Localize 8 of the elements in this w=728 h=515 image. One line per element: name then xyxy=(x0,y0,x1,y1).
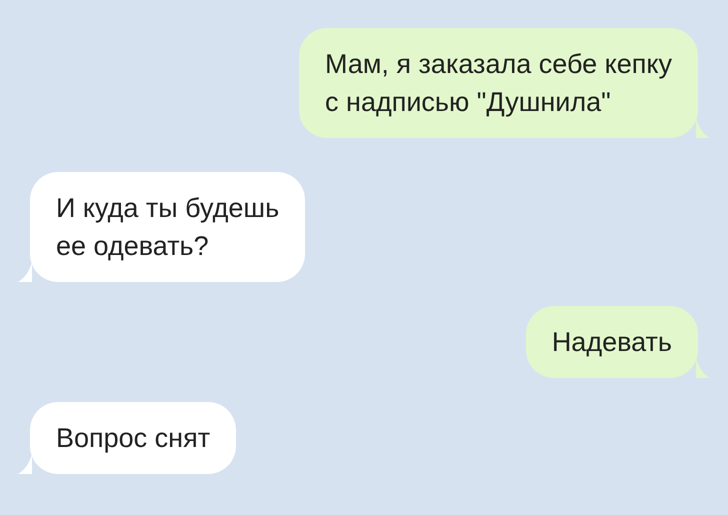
bubble-tail xyxy=(18,454,32,474)
message-bubble: И куда ты будешь ее одевать? xyxy=(30,172,306,282)
bubble-tail xyxy=(696,358,710,378)
bubble-tail xyxy=(18,262,32,282)
message-bubble: Надевать xyxy=(526,306,698,378)
bubble-tail xyxy=(696,118,710,138)
message-bubble: Вопрос снят xyxy=(30,402,236,474)
message-bubble: Мам, я заказала себе кепку с надписью "Душнила" xyxy=(299,28,698,138)
